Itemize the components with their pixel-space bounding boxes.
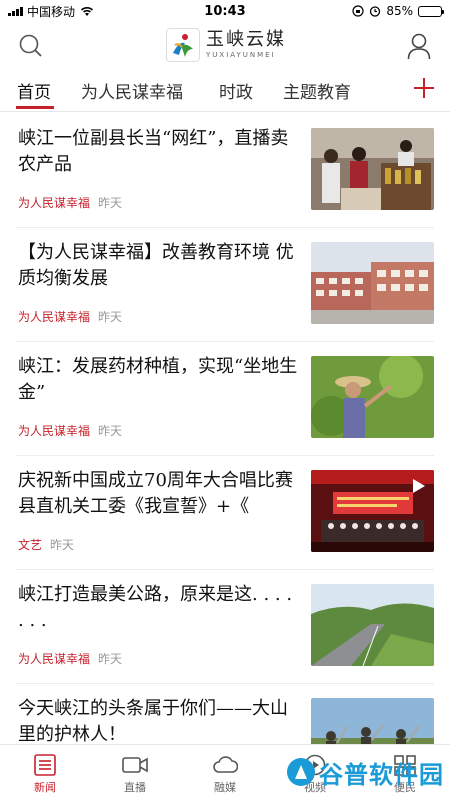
tab-happiness[interactable]: 为人民谋幸福 [81,78,183,103]
watermark-logo-icon [287,758,315,786]
article-item[interactable]: 【为人民谋幸福】改善教育环境 优质均衡发展 为人民谋幸福 昨天 [0,228,450,342]
cloud-icon [213,756,238,773]
tab-politics[interactable]: 时政 [219,78,253,103]
article-title: 【为人民谋幸福】改善教育环境 优质均衡发展 [18,242,294,289]
add-channel-icon[interactable] [412,76,436,100]
article-thumbnail [311,584,434,666]
watermark-text: 谷普软件园 [319,760,444,789]
nav-media-label: 融媒 [214,781,236,794]
article-item[interactable]: 峡江打造最美公路，原来是这. . . . . . . 为人民谋幸福 昨天 [0,570,450,684]
nav-live[interactable]: 直播 [90,745,180,799]
rotation-lock-icon [352,5,364,17]
logo-name: 玉峡云媒 [206,29,286,50]
app-header: 玉峡云媒 YUXIAYUNMEI [0,22,450,68]
battery-percent: 85% [386,4,413,18]
article-category: 文艺 [18,538,43,552]
user-icon[interactable] [406,32,432,60]
category-tabs: 首页 为人民谋幸福 时政 主题教育 [0,72,450,112]
article-item[interactable]: 峡江一位副县长当“网红”，直播卖农产品 为人民谋幸福 昨天 [0,114,450,228]
article-category: 为人民谋幸福 [18,310,91,324]
video-icon [122,757,148,773]
article-thumbnail [311,356,434,438]
article-thumbnail [311,242,434,324]
nav-media[interactable]: 融媒 [180,745,270,799]
active-tab-indicator [16,106,54,109]
carrier-label: 中国移动 [27,4,76,19]
search-icon[interactable] [18,33,44,59]
article-title: 峡江：发展药材种植，实现“坐地生金” [18,356,298,403]
article-category: 为人民谋幸福 [18,196,91,210]
nav-live-label: 直播 [124,781,146,794]
article-thumbnail [311,128,434,210]
article-category: 为人民谋幸福 [18,424,91,438]
status-bar: 中国移动 10:43 85% [0,0,450,22]
app-logo: 玉峡云媒 YUXIAYUNMEI [166,28,286,62]
nav-news[interactable]: 新闻 [0,745,90,799]
article-title: 今天峡江的头条属于你们——大山里的护林人！ [18,698,288,745]
news-icon [34,754,56,776]
article-title: 庆祝新中国成立70周年大合唱比赛 县直机关工委《我宣誓》+《 [18,470,293,517]
video-play-icon [413,479,425,493]
nav-news-label: 新闻 [34,781,56,794]
article-thumbnail [311,470,434,552]
article-title: 峡江打造最美公路，原来是这. . . . . . . [18,584,293,631]
article-title: 峡江一位副县长当“网红”，直播卖农产品 [18,128,289,175]
tab-home[interactable]: 首页 [17,78,51,103]
signal-icon [8,6,23,16]
article-time: 昨天 [98,310,123,324]
site-watermark: 谷普软件园 [287,752,444,792]
tab-theme-education[interactable]: 主题教育 [283,78,351,103]
article-item[interactable]: 庆祝新中国成立70周年大合唱比赛 县直机关工委《我宣誓》+《 文艺 昨天 [0,456,450,570]
logo-pinyin: YUXIAYUNMEI [206,51,276,59]
article-time: 昨天 [98,196,123,210]
article-time: 昨天 [98,424,123,438]
article-time: 昨天 [50,538,75,552]
article-time: 昨天 [98,652,123,666]
logo-mark-icon [166,28,200,62]
article-item[interactable]: 峡江：发展药材种植，实现“坐地生金” 为人民谋幸福 昨天 [0,342,450,456]
alarm-icon [370,6,381,17]
article-category: 为人民谋幸福 [18,652,91,666]
battery-icon [418,5,444,17]
wifi-icon [80,7,94,16]
